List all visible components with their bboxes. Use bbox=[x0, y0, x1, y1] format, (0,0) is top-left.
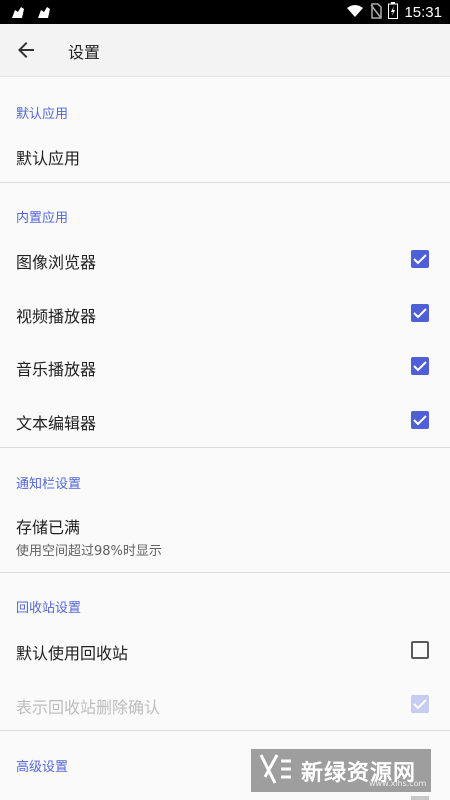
recycle-delete-confirm-label: 表示回收站删除确认 bbox=[16, 698, 161, 717]
divider bbox=[0, 182, 450, 183]
section-header-recycle-bin: 回收站设置 bbox=[16, 601, 82, 616]
checkbox-peek bbox=[411, 796, 429, 800]
builtin-text-editor-label[interactable]: 文本编辑器 bbox=[16, 410, 96, 434]
storage-full-title[interactable]: 存储已满 bbox=[16, 514, 80, 538]
recycle-delete-confirm-checkbox bbox=[411, 695, 429, 713]
builtin-video-player-label[interactable]: 视频播放器 bbox=[16, 303, 96, 327]
use-recycle-bin-checkbox[interactable] bbox=[411, 641, 429, 659]
status-bar: 15:31 bbox=[0, 0, 450, 24]
divider bbox=[0, 730, 450, 731]
app-toolbar: 设置 bbox=[0, 24, 450, 77]
wifi-icon bbox=[346, 3, 364, 22]
builtin-music-player-label[interactable]: 音乐播放器 bbox=[16, 356, 96, 380]
music-player-checkbox[interactable] bbox=[411, 357, 429, 375]
watermark-url: www.xlhs.com bbox=[369, 779, 427, 788]
default-apps-item[interactable]: 默认应用 bbox=[16, 145, 80, 169]
status-time: 15:31 bbox=[404, 4, 442, 21]
section-header-notification: 通知栏设置 bbox=[16, 477, 82, 492]
use-recycle-bin-label[interactable]: 默认使用回收站 bbox=[16, 640, 128, 664]
back-arrow-icon[interactable] bbox=[14, 38, 38, 62]
storage-full-subtitle: 使用空间超过98%时显示 bbox=[16, 544, 162, 559]
section-header-default-apps: 默认应用 bbox=[16, 107, 69, 122]
builtin-image-viewer-label[interactable]: 图像浏览器 bbox=[16, 249, 96, 273]
divider bbox=[0, 572, 450, 573]
battery-icon bbox=[388, 2, 399, 23]
watermark-logo-icon bbox=[259, 753, 293, 789]
section-header-builtin-apps: 内置应用 bbox=[16, 211, 69, 226]
cleaner-notification-icon bbox=[10, 4, 26, 23]
watermark: 新绿资源网 www.xlhs.com bbox=[251, 749, 431, 792]
no-sim-icon bbox=[370, 2, 383, 23]
section-header-advanced: 高级设置 bbox=[16, 760, 69, 775]
image-viewer-checkbox[interactable] bbox=[411, 250, 429, 268]
divider bbox=[0, 447, 450, 448]
video-player-checkbox[interactable] bbox=[411, 304, 429, 322]
cleaner-notification-icon bbox=[36, 4, 52, 23]
text-editor-checkbox[interactable] bbox=[411, 411, 429, 429]
page-title: 设置 bbox=[68, 43, 101, 62]
